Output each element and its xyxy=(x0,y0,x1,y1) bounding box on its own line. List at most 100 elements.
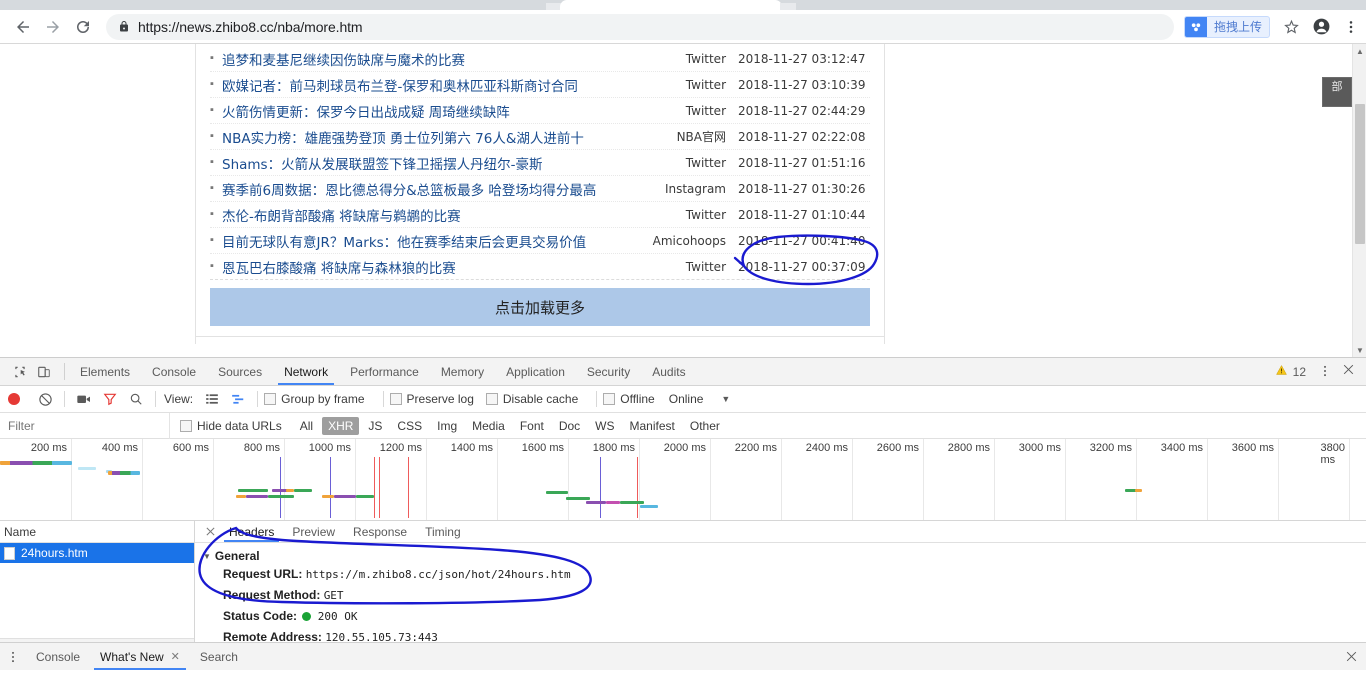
hide-data-urls-checkbox[interactable]: Hide data URLs xyxy=(180,419,282,433)
drawer-tab-search[interactable]: Search xyxy=(190,643,248,670)
tab-elements[interactable]: Elements xyxy=(69,358,141,385)
tab-application[interactable]: Application xyxy=(495,358,576,385)
filter-type-ws[interactable]: WS xyxy=(589,417,620,435)
tab-audits[interactable]: Audits xyxy=(641,358,696,385)
filter-type-doc[interactable]: Doc xyxy=(553,417,586,435)
filter-type-img[interactable]: Img xyxy=(431,417,463,435)
active-browser-tab[interactable] xyxy=(560,0,782,10)
list-item[interactable]: ▪ 恩瓦巴右膝酸痛 将缺席与森林狼的比赛 Twitter 2018-11-27 … xyxy=(210,254,870,280)
detail-tab-response[interactable]: Response xyxy=(344,521,416,542)
detail-tab-preview[interactable]: Preview xyxy=(283,521,344,542)
tab-network[interactable]: Network xyxy=(273,358,339,385)
news-title[interactable]: 欧媒记者：前马刺球员布兰登-保罗和奥林匹亚科斯商讨合同 xyxy=(222,75,646,95)
close-icon[interactable] xyxy=(1336,643,1366,670)
browser-toolbar: https://news.zhibo8.cc/nba/more.htm 拖拽上传 xyxy=(0,10,1366,44)
news-title[interactable]: 杰伦-布朗背部酸痛 将缺席与鹈鹕的比赛 xyxy=(222,205,646,225)
triangle-expand-icon[interactable]: ▼ xyxy=(203,552,211,561)
bullet-icon: ▪ xyxy=(210,104,214,116)
detail-tab-headers[interactable]: Headers xyxy=(220,521,283,542)
list-view-icon[interactable] xyxy=(199,388,225,410)
tab-performance[interactable]: Performance xyxy=(339,358,430,385)
throttling-select[interactable]: Online xyxy=(669,392,704,406)
filter-type-all[interactable]: All xyxy=(294,417,319,435)
news-title[interactable]: Shams：火箭从发展联盟签下锋卫摇摆人丹纽尔-豪斯 xyxy=(222,153,646,173)
news-title[interactable]: 赛季前6周数据：恩比德总得分&总篮板最多 哈登场均得分最高 xyxy=(222,179,646,199)
floating-widget[interactable]: 部 xyxy=(1322,77,1352,107)
detail-tab-timing[interactable]: Timing xyxy=(416,521,470,542)
star-icon[interactable] xyxy=(1276,13,1306,41)
list-item[interactable]: ▪ 杰伦-布朗背部酸痛 将缺席与鹈鹕的比赛 Twitter 2018-11-27… xyxy=(210,202,870,228)
general-section-header[interactable]: ▼ General xyxy=(203,549,1366,563)
tab-memory[interactable]: Memory xyxy=(430,358,495,385)
filter-type-js[interactable]: JS xyxy=(362,417,388,435)
scrollbar-thumb[interactable] xyxy=(1355,104,1365,244)
news-title[interactable]: 追梦和麦基尼继续因伤缺席与魔术的比赛 xyxy=(222,49,646,69)
scroll-up-arrow-icon[interactable]: ▲ xyxy=(1353,44,1366,58)
device-toolbar-icon[interactable] xyxy=(32,361,56,383)
filter-input[interactable] xyxy=(0,412,170,439)
filter-type-other[interactable]: Other xyxy=(684,417,726,435)
news-title[interactable]: 恩瓦巴右膝酸痛 将缺席与森林狼的比赛 xyxy=(222,257,646,277)
list-item[interactable]: ▪ Shams：火箭从发展联盟签下锋卫摇摆人丹纽尔-豪斯 Twitter 201… xyxy=(210,150,870,176)
kebab-menu-icon[interactable] xyxy=(1314,364,1336,380)
clear-icon[interactable] xyxy=(32,388,58,410)
list-item[interactable]: ▪ 赛季前6周数据：恩比德总得分&总篮板最多 哈登场均得分最高 Instagra… xyxy=(210,176,870,202)
scroll-down-arrow-icon[interactable]: ▼ xyxy=(1353,343,1366,357)
back-arrow-icon[interactable] xyxy=(8,13,38,41)
page-scrollbar[interactable]: ▲ ▼ xyxy=(1352,44,1366,357)
chevron-down-icon[interactable]: ▼ xyxy=(721,394,730,404)
tab-security[interactable]: Security xyxy=(576,358,641,385)
filter-type-css[interactable]: CSS xyxy=(391,417,428,435)
list-item[interactable]: ▪ 目前无球队有意JR？Marks：他在赛季结束后会更具交易价值 Amicoho… xyxy=(210,228,870,254)
drawer-tab-whats-new[interactable]: What's New ✕ xyxy=(90,643,190,670)
inspect-element-icon[interactable] xyxy=(8,361,32,383)
close-icon[interactable] xyxy=(199,521,220,542)
preserve-log-checkbox[interactable]: Preserve log xyxy=(389,392,474,406)
news-title[interactable]: NBA实力榜：雄鹿强势登顶 勇士位列第六 76人&湖人进前十 xyxy=(222,127,646,147)
network-overview-waterfall[interactable]: 200 ms 400 ms 600 ms 800 ms 1000 ms 1200… xyxy=(0,439,1366,521)
network-split: Name 24hours.htm 1 / 34 requests | 95.0 … xyxy=(0,521,1366,660)
list-item[interactable]: ▪ 追梦和麦基尼继续因伤缺席与魔术的比赛 Twitter 2018-11-27 … xyxy=(210,46,870,72)
tab-console[interactable]: Console xyxy=(141,358,207,385)
warning-badge[interactable]: 12 xyxy=(1275,364,1306,379)
disable-cache-checkbox[interactable]: Disable cache xyxy=(485,392,578,406)
table-row[interactable]: 24hours.htm xyxy=(0,543,194,563)
bullet-icon: ▪ xyxy=(210,52,214,64)
devtools-tool-icons xyxy=(0,358,60,385)
filter-type-font[interactable]: Font xyxy=(514,417,550,435)
account-avatar-icon[interactable] xyxy=(1306,13,1336,41)
close-icon[interactable] xyxy=(1336,363,1360,380)
list-item[interactable]: ▪ 欧媒记者：前马刺球员布兰登-保罗和奥林匹亚科斯商讨合同 Twitter 20… xyxy=(210,72,870,98)
news-title[interactable]: 火箭伤情更新：保罗今日出战成疑 周琦继续缺阵 xyxy=(222,101,646,121)
kebab-menu-icon[interactable] xyxy=(1336,13,1366,41)
offline-checkbox[interactable]: Offline xyxy=(603,392,655,406)
kebab-menu-icon[interactable] xyxy=(0,643,26,670)
news-source: Twitter xyxy=(685,51,726,66)
forward-arrow-icon[interactable] xyxy=(38,13,68,41)
filter-type-xhr[interactable]: XHR xyxy=(322,416,360,435)
group-by-frame-checkbox[interactable]: Group by frame xyxy=(264,392,365,406)
tab-sources[interactable]: Sources xyxy=(207,358,273,385)
waterfall-view-icon[interactable] xyxy=(225,388,251,410)
close-icon[interactable]: ✕ xyxy=(171,650,180,663)
reload-icon[interactable] xyxy=(68,13,98,41)
screenshot-camera-icon[interactable] xyxy=(71,388,97,410)
list-item[interactable]: ▪ 火箭伤情更新：保罗今日出战成疑 周琦继续缺阵 Twitter 2018-11… xyxy=(210,98,870,124)
search-icon[interactable] xyxy=(123,388,149,410)
bullet-icon: ▪ xyxy=(210,208,214,220)
lock-icon xyxy=(118,20,130,33)
drawer-tab-console[interactable]: Console xyxy=(26,643,90,670)
filter-type-media[interactable]: Media xyxy=(466,417,511,435)
filter-type-manifest[interactable]: Manifest xyxy=(624,417,681,435)
request-url-value[interactable]: https://m.zhibo8.cc/json/hot/24hours.htm xyxy=(306,568,571,581)
extension-drag-upload-button[interactable]: 拖拽上传 xyxy=(1183,15,1270,38)
address-bar[interactable]: https://news.zhibo8.cc/nba/more.htm xyxy=(106,13,1174,40)
record-button-icon[interactable] xyxy=(8,393,20,405)
news-time: 2018-11-27 03:12:47 xyxy=(738,51,866,66)
devtools-drawer: Console What's New ✕ Search xyxy=(0,642,1366,670)
filter-funnel-icon[interactable] xyxy=(97,388,123,410)
list-item[interactable]: ▪ NBA实力榜：雄鹿强势登顶 勇士位列第六 76人&湖人进前十 NBA官网 2… xyxy=(210,124,870,150)
news-title[interactable]: 目前无球队有意JR？Marks：他在赛季结束后会更具交易价值 xyxy=(222,231,646,251)
request-column-header-name[interactable]: Name xyxy=(0,521,194,543)
load-more-button[interactable]: 点击加载更多 xyxy=(210,288,870,326)
